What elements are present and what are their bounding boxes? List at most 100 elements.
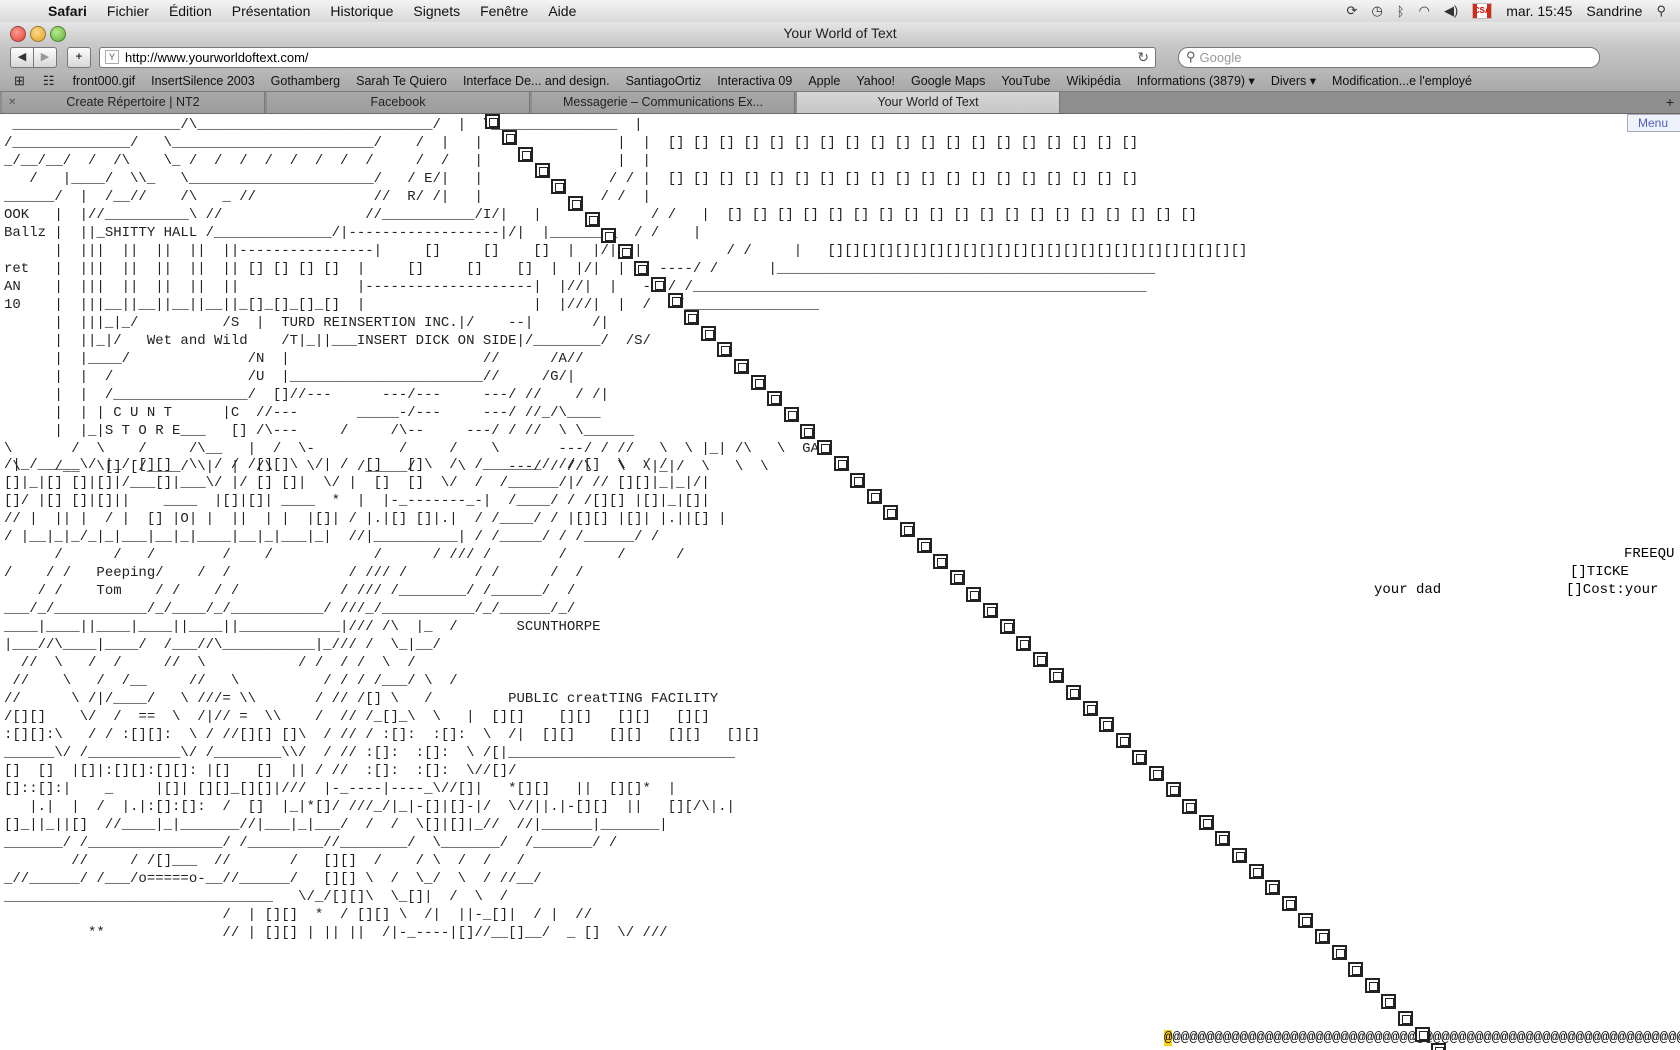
bookmark-folder[interactable]: Divers ▾	[1263, 73, 1324, 88]
bookmark-item[interactable]: Yahoo!	[848, 74, 903, 88]
trail-square	[983, 603, 998, 618]
trail-square	[1198, 814, 1214, 830]
trail-square	[1315, 929, 1330, 944]
time-machine-icon[interactable]: ◷	[1371, 3, 1382, 19]
trail-square	[717, 342, 733, 358]
bookmark-item[interactable]: InsertSilence 2003	[143, 74, 263, 88]
tab-label: Your World of Text	[877, 95, 979, 109]
minimize-window-button[interactable]	[30, 26, 46, 42]
trail-square	[634, 260, 650, 276]
new-tab-button[interactable]: +	[1660, 92, 1680, 113]
window-titlebar: Your World of Text	[0, 22, 1680, 44]
forward-button[interactable]: ▶	[34, 46, 57, 68]
trail-square	[1115, 733, 1131, 749]
bookmark-item[interactable]: front000.gif	[65, 74, 144, 88]
bookmark-folder[interactable]: Informations (3879) ▾	[1129, 73, 1263, 88]
trail-square	[866, 488, 882, 504]
bookmarks-bar: ⊞ ☷ front000.gif InsertSilence 2003 Goth…	[0, 70, 1680, 92]
reload-icon[interactable]: ↻	[1137, 49, 1149, 66]
menu-edition[interactable]: Édition	[159, 3, 222, 19]
bluetooth-icon[interactable]: ᛒ	[1397, 4, 1405, 19]
trail-square	[551, 179, 567, 195]
ascii-art-canvas[interactable]: ____________________/\__________________…	[4, 116, 1247, 476]
close-window-button[interactable]	[10, 26, 26, 42]
trail-square	[1431, 1043, 1447, 1050]
menu-presentation[interactable]: Présentation	[222, 3, 321, 19]
trail-square	[1132, 749, 1148, 765]
trail-square	[1364, 977, 1380, 993]
trail-square	[833, 456, 849, 472]
menu-app-safari[interactable]: Safari	[38, 3, 97, 19]
menu-aide[interactable]: Aide	[538, 3, 586, 19]
flag-canada-icon[interactable]: CSA	[1472, 3, 1493, 19]
bookmark-item[interactable]: YouTube	[993, 74, 1058, 88]
address-bar[interactable]: Y http://www.yourworldoftext.com/ ↻	[99, 46, 1156, 68]
zoom-window-button[interactable]	[50, 26, 66, 42]
bookmark-item[interactable]: Modification...e l'employé	[1324, 74, 1480, 88]
trail-square	[1331, 945, 1347, 961]
trail-square	[568, 195, 583, 211]
trail-square	[783, 407, 799, 423]
menu-fichier[interactable]: Fichier	[97, 3, 159, 19]
close-tab-icon[interactable]: ✕	[8, 92, 16, 113]
trail-square	[1032, 651, 1048, 667]
sync-icon[interactable]: ⟳	[1347, 3, 1358, 19]
bookmark-item[interactable]: Interface De... and design.	[455, 74, 618, 88]
trail-square	[1016, 635, 1032, 651]
trail-square	[534, 162, 550, 178]
search-placeholder: Google	[1199, 49, 1242, 65]
trail-square	[883, 505, 899, 521]
trail-square	[949, 570, 965, 586]
trail-square	[684, 309, 700, 325]
trail-square	[518, 146, 534, 162]
trail-square	[601, 228, 617, 244]
trail-square	[700, 325, 716, 341]
menu-clock[interactable]: mar. 15:45	[1506, 3, 1572, 19]
bookmark-item[interactable]: Google Maps	[903, 74, 993, 88]
trail-square	[501, 130, 517, 146]
menu-historique[interactable]: Historique	[320, 3, 403, 19]
back-button[interactable]: ◀	[10, 46, 34, 68]
trail-square	[1248, 863, 1264, 879]
search-field[interactable]: ⚲ Google	[1178, 46, 1600, 68]
menu-user[interactable]: Sandrine	[1586, 3, 1642, 19]
spotlight-icon[interactable]: ⚲	[1656, 3, 1666, 19]
trail-square	[1049, 668, 1065, 684]
add-bookmark-button[interactable]: +	[67, 46, 91, 68]
bookmark-item[interactable]: Wikipédia	[1059, 74, 1129, 88]
menu-signets[interactable]: Signets	[403, 3, 470, 19]
address-url[interactable]: http://www.yourworldoftext.com/	[125, 50, 309, 65]
tab-messagerie[interactable]: Messagerie – Communications Ex...	[532, 92, 795, 113]
ascii-art-canvas-lower[interactable]: /|_/_____\/ |_/ [][] \ / / /[][]\ /| / […	[4, 456, 760, 942]
page-viewport[interactable]: ____________________/\__________________…	[0, 114, 1680, 1050]
tab-facebook[interactable]: Facebook	[267, 92, 530, 113]
trail-square	[1215, 831, 1231, 847]
trail-square	[1381, 994, 1397, 1010]
volume-icon[interactable]: ◀)	[1444, 3, 1458, 19]
trail-square	[916, 537, 932, 553]
wifi-icon[interactable]: ◠	[1419, 3, 1430, 19]
bookmark-item[interactable]: Apple	[800, 74, 848, 88]
tab-label: Create Répertoire | NT2	[66, 95, 200, 109]
bookmark-item[interactable]: Gothamberg	[263, 74, 348, 88]
menu-fenetre[interactable]: Fenêtre	[470, 3, 538, 19]
trail-square	[999, 619, 1015, 635]
tab-create-repertoire[interactable]: ✕ Create Répertoire | NT2	[2, 92, 265, 113]
menu-link[interactable]: Menu	[1626, 114, 1680, 132]
trail-square	[584, 211, 600, 227]
tab-bar: ✕ Create Répertoire | NT2 Facebook Messag…	[0, 92, 1680, 114]
reading-list-icon[interactable]: ⊞	[14, 73, 25, 89]
trail-square	[1265, 880, 1281, 896]
trail-square	[850, 472, 866, 488]
bookmark-item[interactable]: Sarah Te Quiero	[348, 74, 455, 88]
trail-square	[1149, 766, 1164, 781]
top-sites-grid-icon[interactable]: ☷	[43, 73, 55, 89]
tab-label: Facebook	[370, 95, 426, 109]
ticket-label: []TICKE	[1570, 564, 1629, 580]
browser-toolbar: ◀ ▶ + Y http://www.yourworldoftext.com/ …	[0, 44, 1680, 70]
trail-square	[1414, 1026, 1430, 1042]
bookmark-item[interactable]: Interactiva 09	[709, 74, 800, 88]
bookmark-item[interactable]: SantiagoOrtiz	[618, 74, 710, 88]
your-dad-label: your dad	[1374, 582, 1442, 598]
tab-your-world-of-text[interactable]: Your World of Text	[797, 92, 1060, 113]
